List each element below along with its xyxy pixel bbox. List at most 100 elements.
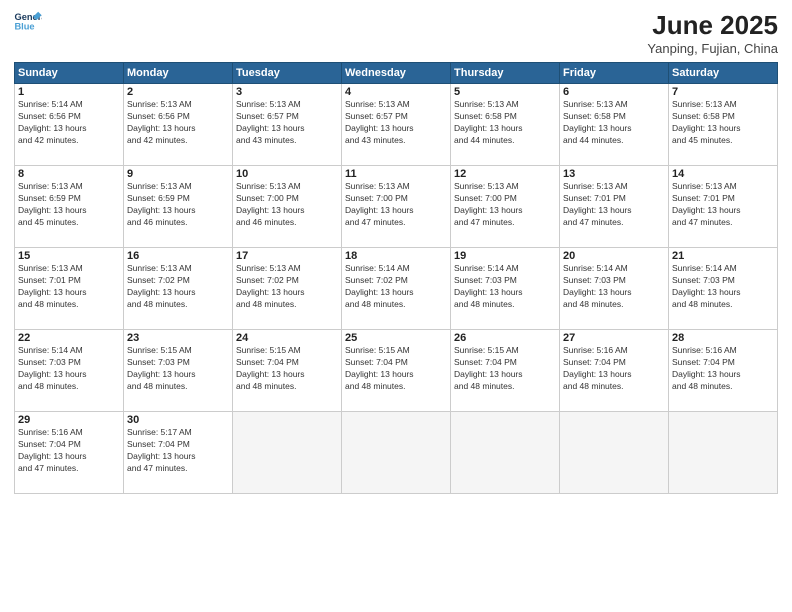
cell-info: Sunrise: 5:16 AM Sunset: 7:04 PM Dayligh… bbox=[672, 345, 774, 393]
day-number: 23 bbox=[127, 332, 229, 344]
cell-info: Sunrise: 5:13 AM Sunset: 6:58 PM Dayligh… bbox=[563, 99, 665, 147]
table-row: 14 Sunrise: 5:13 AM Sunset: 7:01 PM Dayl… bbox=[669, 166, 778, 248]
table-row: 13 Sunrise: 5:13 AM Sunset: 7:01 PM Dayl… bbox=[560, 166, 669, 248]
day-number: 5 bbox=[454, 86, 556, 98]
cell-info: Sunrise: 5:13 AM Sunset: 7:00 PM Dayligh… bbox=[454, 181, 556, 229]
calendar-header-row: Sunday Monday Tuesday Wednesday Thursday… bbox=[15, 63, 778, 84]
cell-info: Sunrise: 5:13 AM Sunset: 6:59 PM Dayligh… bbox=[127, 181, 229, 229]
logo-icon: General Blue bbox=[14, 10, 42, 32]
cell-info: Sunrise: 5:13 AM Sunset: 7:00 PM Dayligh… bbox=[345, 181, 447, 229]
day-number: 4 bbox=[345, 86, 447, 98]
table-row: 6 Sunrise: 5:13 AM Sunset: 6:58 PM Dayli… bbox=[560, 84, 669, 166]
table-row: 15 Sunrise: 5:13 AM Sunset: 7:01 PM Dayl… bbox=[15, 248, 124, 330]
cell-info: Sunrise: 5:14 AM Sunset: 6:56 PM Dayligh… bbox=[18, 99, 120, 147]
table-row: 1 Sunrise: 5:14 AM Sunset: 6:56 PM Dayli… bbox=[15, 84, 124, 166]
cell-info: Sunrise: 5:15 AM Sunset: 7:04 PM Dayligh… bbox=[454, 345, 556, 393]
col-saturday: Saturday bbox=[669, 63, 778, 84]
table-row: 18 Sunrise: 5:14 AM Sunset: 7:02 PM Dayl… bbox=[342, 248, 451, 330]
cell-info: Sunrise: 5:13 AM Sunset: 6:57 PM Dayligh… bbox=[236, 99, 338, 147]
table-row bbox=[560, 412, 669, 494]
day-number: 17 bbox=[236, 250, 338, 262]
title-block: June 2025 Yanping, Fujian, China bbox=[647, 10, 778, 56]
cell-info: Sunrise: 5:13 AM Sunset: 7:00 PM Dayligh… bbox=[236, 181, 338, 229]
location: Yanping, Fujian, China bbox=[647, 41, 778, 56]
day-number: 3 bbox=[236, 86, 338, 98]
day-number: 8 bbox=[18, 168, 120, 180]
cell-info: Sunrise: 5:14 AM Sunset: 7:02 PM Dayligh… bbox=[345, 263, 447, 311]
table-row: 12 Sunrise: 5:13 AM Sunset: 7:00 PM Dayl… bbox=[451, 166, 560, 248]
cell-info: Sunrise: 5:13 AM Sunset: 7:01 PM Dayligh… bbox=[563, 181, 665, 229]
table-row: 26 Sunrise: 5:15 AM Sunset: 7:04 PM Dayl… bbox=[451, 330, 560, 412]
day-number: 30 bbox=[127, 414, 229, 426]
day-number: 24 bbox=[236, 332, 338, 344]
day-number: 13 bbox=[563, 168, 665, 180]
col-friday: Friday bbox=[560, 63, 669, 84]
col-tuesday: Tuesday bbox=[233, 63, 342, 84]
calendar-week-row: 8 Sunrise: 5:13 AM Sunset: 6:59 PM Dayli… bbox=[15, 166, 778, 248]
day-number: 2 bbox=[127, 86, 229, 98]
cell-info: Sunrise: 5:16 AM Sunset: 7:04 PM Dayligh… bbox=[18, 427, 120, 475]
cell-info: Sunrise: 5:15 AM Sunset: 7:03 PM Dayligh… bbox=[127, 345, 229, 393]
cell-info: Sunrise: 5:13 AM Sunset: 6:59 PM Dayligh… bbox=[18, 181, 120, 229]
cell-info: Sunrise: 5:14 AM Sunset: 7:03 PM Dayligh… bbox=[672, 263, 774, 311]
cell-info: Sunrise: 5:13 AM Sunset: 6:58 PM Dayligh… bbox=[454, 99, 556, 147]
day-number: 19 bbox=[454, 250, 556, 262]
cell-info: Sunrise: 5:16 AM Sunset: 7:04 PM Dayligh… bbox=[563, 345, 665, 393]
table-row: 23 Sunrise: 5:15 AM Sunset: 7:03 PM Dayl… bbox=[124, 330, 233, 412]
cell-info: Sunrise: 5:14 AM Sunset: 7:03 PM Dayligh… bbox=[18, 345, 120, 393]
cell-info: Sunrise: 5:14 AM Sunset: 7:03 PM Dayligh… bbox=[563, 263, 665, 311]
col-wednesday: Wednesday bbox=[342, 63, 451, 84]
day-number: 25 bbox=[345, 332, 447, 344]
cell-info: Sunrise: 5:13 AM Sunset: 6:56 PM Dayligh… bbox=[127, 99, 229, 147]
day-number: 11 bbox=[345, 168, 447, 180]
table-row: 9 Sunrise: 5:13 AM Sunset: 6:59 PM Dayli… bbox=[124, 166, 233, 248]
table-row: 29 Sunrise: 5:16 AM Sunset: 7:04 PM Dayl… bbox=[15, 412, 124, 494]
day-number: 20 bbox=[563, 250, 665, 262]
day-number: 7 bbox=[672, 86, 774, 98]
cell-info: Sunrise: 5:13 AM Sunset: 7:02 PM Dayligh… bbox=[236, 263, 338, 311]
calendar-week-row: 22 Sunrise: 5:14 AM Sunset: 7:03 PM Dayl… bbox=[15, 330, 778, 412]
table-row: 8 Sunrise: 5:13 AM Sunset: 6:59 PM Dayli… bbox=[15, 166, 124, 248]
table-row: 25 Sunrise: 5:15 AM Sunset: 7:04 PM Dayl… bbox=[342, 330, 451, 412]
day-number: 27 bbox=[563, 332, 665, 344]
table-row: 30 Sunrise: 5:17 AM Sunset: 7:04 PM Dayl… bbox=[124, 412, 233, 494]
day-number: 12 bbox=[454, 168, 556, 180]
day-number: 26 bbox=[454, 332, 556, 344]
cell-info: Sunrise: 5:13 AM Sunset: 7:01 PM Dayligh… bbox=[18, 263, 120, 311]
cell-info: Sunrise: 5:13 AM Sunset: 6:57 PM Dayligh… bbox=[345, 99, 447, 147]
day-number: 28 bbox=[672, 332, 774, 344]
table-row: 28 Sunrise: 5:16 AM Sunset: 7:04 PM Dayl… bbox=[669, 330, 778, 412]
cell-info: Sunrise: 5:13 AM Sunset: 7:01 PM Dayligh… bbox=[672, 181, 774, 229]
cell-info: Sunrise: 5:15 AM Sunset: 7:04 PM Dayligh… bbox=[236, 345, 338, 393]
logo: General Blue bbox=[14, 10, 42, 32]
day-number: 9 bbox=[127, 168, 229, 180]
col-thursday: Thursday bbox=[451, 63, 560, 84]
day-number: 18 bbox=[345, 250, 447, 262]
table-row: 4 Sunrise: 5:13 AM Sunset: 6:57 PM Dayli… bbox=[342, 84, 451, 166]
table-row: 22 Sunrise: 5:14 AM Sunset: 7:03 PM Dayl… bbox=[15, 330, 124, 412]
cell-info: Sunrise: 5:15 AM Sunset: 7:04 PM Dayligh… bbox=[345, 345, 447, 393]
col-sunday: Sunday bbox=[15, 63, 124, 84]
table-row bbox=[233, 412, 342, 494]
header: General Blue June 2025 Yanping, Fujian, … bbox=[14, 10, 778, 56]
calendar-week-row: 29 Sunrise: 5:16 AM Sunset: 7:04 PM Dayl… bbox=[15, 412, 778, 494]
col-monday: Monday bbox=[124, 63, 233, 84]
cell-info: Sunrise: 5:13 AM Sunset: 7:02 PM Dayligh… bbox=[127, 263, 229, 311]
calendar-week-row: 1 Sunrise: 5:14 AM Sunset: 6:56 PM Dayli… bbox=[15, 84, 778, 166]
svg-text:Blue: Blue bbox=[14, 21, 34, 31]
table-row: 16 Sunrise: 5:13 AM Sunset: 7:02 PM Dayl… bbox=[124, 248, 233, 330]
table-row: 3 Sunrise: 5:13 AM Sunset: 6:57 PM Dayli… bbox=[233, 84, 342, 166]
table-row: 5 Sunrise: 5:13 AM Sunset: 6:58 PM Dayli… bbox=[451, 84, 560, 166]
day-number: 15 bbox=[18, 250, 120, 262]
day-number: 14 bbox=[672, 168, 774, 180]
table-row: 24 Sunrise: 5:15 AM Sunset: 7:04 PM Dayl… bbox=[233, 330, 342, 412]
calendar: Sunday Monday Tuesday Wednesday Thursday… bbox=[14, 62, 778, 494]
day-number: 21 bbox=[672, 250, 774, 262]
table-row bbox=[451, 412, 560, 494]
cell-info: Sunrise: 5:17 AM Sunset: 7:04 PM Dayligh… bbox=[127, 427, 229, 475]
month-title: June 2025 bbox=[647, 10, 778, 41]
table-row: 10 Sunrise: 5:13 AM Sunset: 7:00 PM Dayl… bbox=[233, 166, 342, 248]
table-row bbox=[669, 412, 778, 494]
cell-info: Sunrise: 5:13 AM Sunset: 6:58 PM Dayligh… bbox=[672, 99, 774, 147]
day-number: 29 bbox=[18, 414, 120, 426]
